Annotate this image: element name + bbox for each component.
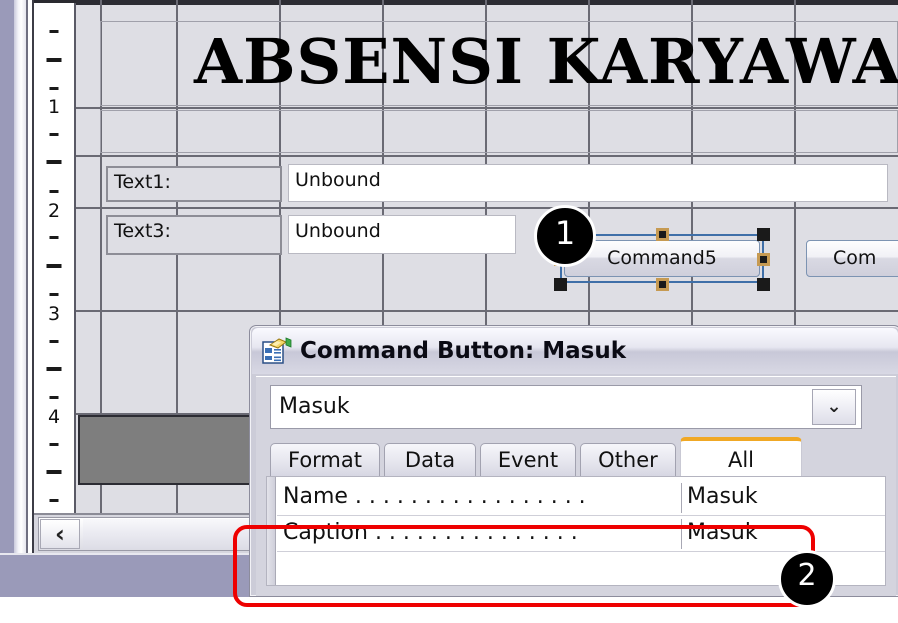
ruler-number-1: 1 [47, 96, 61, 118]
vertical-ruler[interactable]: 1 2 3 4 [34, 0, 76, 515]
grid-line-horizontal [76, 107, 898, 109]
ruler-tick-minor [49, 443, 59, 446]
ruler-tick-minor [49, 236, 59, 239]
grid-line-horizontal [76, 207, 898, 209]
command-button-second[interactable]: Com [806, 240, 898, 277]
selection-handle-bottom-center[interactable] [656, 278, 669, 291]
tab-other[interactable]: Other [580, 443, 676, 477]
selection-handle-bottom-right[interactable] [757, 278, 770, 291]
form-subheader-section [100, 110, 898, 153]
object-selector-combobox[interactable]: Masuk [270, 385, 862, 429]
ruler-number-3: 3 [47, 303, 61, 325]
dialog-title-text: Command Button: Masuk [300, 338, 627, 364]
property-divider [681, 483, 682, 513]
scroll-left-arrow-button[interactable]: ‹ [40, 519, 80, 549]
grid-line-horizontal [76, 310, 898, 312]
window-left-gradient [14, 0, 26, 597]
tab-format[interactable]: Format [270, 443, 380, 477]
canvas-top-border [76, 0, 898, 5]
selection-handle-bottom-left[interactable] [554, 278, 567, 291]
tab-all[interactable]: All [680, 437, 802, 477]
ruler-tick-minor [49, 190, 59, 193]
dialog-title-bar[interactable]: Command Button: Masuk [252, 328, 898, 374]
textbox-text1[interactable]: Unbound [288, 164, 888, 202]
ruler-number-2: 2 [47, 200, 61, 222]
ruler-tick-minor [49, 133, 59, 136]
tab-data[interactable]: Data [384, 443, 476, 477]
ruler-tick-major [46, 160, 62, 164]
ruler-tick-minor [49, 87, 59, 90]
screenshot-root: 1 2 3 4 ABSENSI KARYAWAN Text1: Text3: U… [0, 0, 898, 623]
grid-line-horizontal [76, 155, 898, 157]
ruler-tick-major [46, 58, 62, 62]
selection-handle-top-center[interactable] [656, 228, 669, 241]
ruler-tick-minor [49, 293, 59, 296]
label-text1[interactable]: Text1: [106, 166, 282, 202]
window-left-edge [0, 0, 14, 597]
property-value-name[interactable]: Masuk [687, 481, 758, 514]
annotation-highlight-properties [233, 525, 815, 607]
form-title-label[interactable]: ABSENSI KARYAWAN [194, 26, 898, 98]
ruler-tick-minor [49, 30, 59, 33]
label-text3[interactable]: Text3: [106, 215, 282, 255]
property-sheet-icon [262, 337, 292, 365]
property-name-label: Name . . . . . . . . . . . . . . . . . [283, 484, 586, 509]
ruler-tick-major [46, 264, 62, 268]
combobox-dropdown-button[interactable]: ⌄ [812, 389, 856, 425]
ruler-tick-major [46, 470, 62, 474]
ruler-tick-major [46, 367, 62, 371]
ruler-top-border [34, 0, 76, 3]
textbox-text3[interactable]: Unbound [288, 215, 516, 254]
property-tabs: Format Data Event Other All [266, 437, 886, 477]
selection-handle-top-right[interactable] [757, 228, 770, 241]
tab-event[interactable]: Event [480, 443, 576, 477]
annotation-badge-1: 1 [534, 205, 596, 267]
ruler-tick-minor [49, 340, 59, 343]
ruler-tick-minor [49, 396, 59, 399]
ruler-tick-minor [49, 499, 59, 502]
chevron-down-icon: ⌄ [826, 396, 842, 417]
selection-handle-middle-right[interactable] [757, 253, 770, 266]
property-row-separator [277, 515, 885, 516]
property-row-name[interactable]: Name . . . . . . . . . . . . . . . . . M… [277, 481, 885, 514]
ruler-number-4: 4 [47, 406, 61, 428]
annotation-badge-2: 2 [778, 550, 836, 608]
